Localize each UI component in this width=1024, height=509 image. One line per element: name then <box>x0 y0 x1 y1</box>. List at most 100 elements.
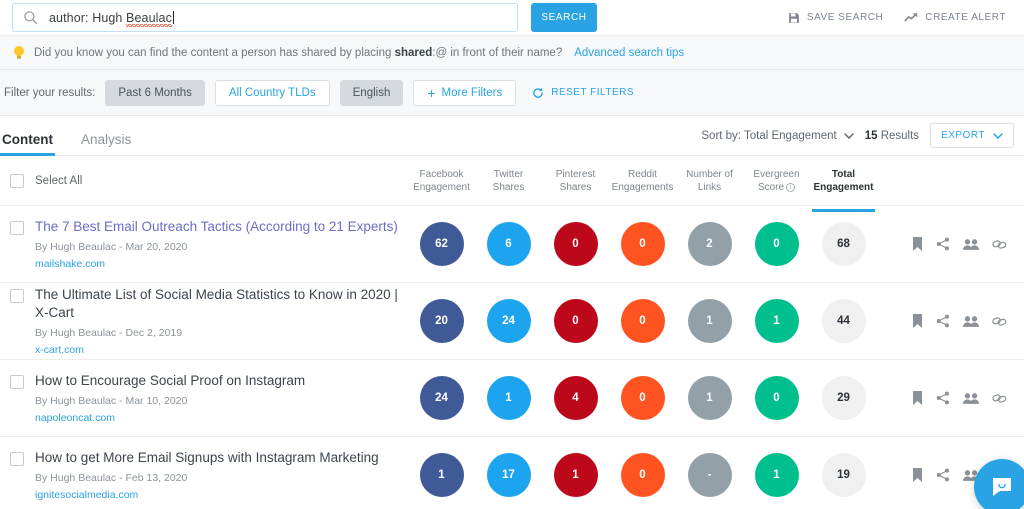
metric-evergreen: 1 <box>754 453 799 497</box>
bookmark-icon[interactable] <box>912 237 923 251</box>
column-header-total-engagement[interactable]: Total Engagement <box>810 168 877 212</box>
tab-analysis[interactable]: Analysis <box>81 132 131 155</box>
info-icon[interactable]: i <box>786 182 796 192</box>
column-header-links[interactable]: Number of Links <box>676 168 743 194</box>
metric-cell-total: 68 <box>810 222 877 266</box>
chevron-down-icon <box>843 132 854 139</box>
reset-filters-label: RESET FILTERS <box>551 87 635 98</box>
metric-reddit: 0 <box>620 299 665 343</box>
filter-chip-language[interactable]: English <box>339 79 404 106</box>
backlinks-icon[interactable] <box>992 392 1007 405</box>
column-header-pinterest[interactable]: Pinterest Shares <box>542 168 609 194</box>
metric-cell-evergreen: 0 <box>743 222 810 266</box>
table-header: Select All Facebook Engagement Twitter S… <box>0 156 1024 212</box>
bookmark-icon[interactable] <box>912 468 923 482</box>
metric-cell-twitter: 17 <box>475 453 542 497</box>
filter-chip-date[interactable]: Past 6 Months <box>105 79 205 106</box>
metric-pinterest: 4 <box>553 376 598 420</box>
row-checkbox[interactable] <box>10 289 24 303</box>
result-domain[interactable]: x-cart.com <box>35 344 400 356</box>
save-search-label: SAVE SEARCH <box>806 12 884 23</box>
influencers-icon[interactable] <box>963 392 979 405</box>
bookmark-icon[interactable] <box>912 391 923 405</box>
sort-by-dropdown[interactable]: Sort by: Total Engagement <box>701 130 854 142</box>
result-domain[interactable]: napoleoncat.com <box>35 412 305 424</box>
column-header-facebook[interactable]: Facebook Engagement <box>408 168 475 194</box>
metric-cell-links: 1 <box>676 299 743 343</box>
metric-cell-reddit: 0 <box>609 222 676 266</box>
row-text: The 7 Best Email Outreach Tactics (Accor… <box>35 218 398 270</box>
advanced-search-tips-link[interactable]: Advanced search tips <box>574 47 684 59</box>
metric-facebook: 24 <box>419 376 464 420</box>
select-all-checkbox[interactable] <box>10 173 24 188</box>
result-title[interactable]: The Ultimate List of Social Media Statis… <box>35 286 400 322</box>
create-alert-label: CREATE ALERT <box>925 12 1006 23</box>
search-button[interactable]: SEARCH <box>531 3 597 32</box>
influencers-icon[interactable] <box>963 315 979 328</box>
share-icon[interactable] <box>936 468 950 482</box>
metric-cell-evergreen: 1 <box>743 453 810 497</box>
table-row: The 7 Best Email Outreach Tactics (Accor… <box>0 206 1024 283</box>
column-header-twitter[interactable]: Twitter Shares <box>475 168 542 194</box>
row-content: The Ultimate List of Social Media Statis… <box>0 286 408 356</box>
select-all-label: Select All <box>35 174 83 187</box>
metric-links: 1 <box>687 376 732 420</box>
more-filters-label: More Filters <box>441 86 503 99</box>
filter-chip-date-label: Past 6 Months <box>118 86 192 99</box>
search-bar: author: Hugh Beaulac SEARCH SAVE SEARCH … <box>0 0 1024 35</box>
metric-facebook: 62 <box>419 222 464 266</box>
metric-links: 1 <box>687 299 732 343</box>
row-checkbox[interactable] <box>10 221 24 235</box>
backlinks-icon[interactable] <box>992 315 1007 328</box>
column-header-line2: Engagement <box>813 181 874 193</box>
results-list: The 7 Best Email Outreach Tactics (Accor… <box>0 206 1024 509</box>
metric-twitter: 17 <box>486 453 531 497</box>
select-all-container: Select All <box>0 173 408 188</box>
more-filters-button[interactable]: + More Filters <box>413 79 517 106</box>
metric-total-engagement: 44 <box>821 299 866 343</box>
row-checkbox[interactable] <box>10 452 24 466</box>
export-button[interactable]: EXPORT <box>930 123 1014 148</box>
chat-launcher-button[interactable] <box>974 459 1024 509</box>
tabs-bar: Content Analysis Sort by: Total Engageme… <box>0 116 1024 156</box>
search-input[interactable]: author: Hugh Beaulac <box>12 3 518 32</box>
metric-cell-links: - <box>676 453 743 497</box>
result-title[interactable]: How to get More Email Signups with Insta… <box>35 449 379 467</box>
column-header-line2: Shares <box>492 181 525 193</box>
share-icon[interactable] <box>936 237 950 251</box>
result-domain[interactable]: ignitesocialmedia.com <box>35 489 379 501</box>
result-title[interactable]: The 7 Best Email Outreach Tactics (Accor… <box>35 218 398 236</box>
bookmark-icon[interactable] <box>912 314 923 328</box>
row-checkbox[interactable] <box>10 375 24 389</box>
metric-reddit: 0 <box>620 453 665 497</box>
reset-filters-button[interactable]: RESET FILTERS <box>532 87 634 99</box>
table-row: How to Encourage Social Proof on Instagr… <box>0 360 1024 437</box>
row-actions <box>877 237 1024 251</box>
metric-total-engagement: 68 <box>821 222 866 266</box>
save-search-button[interactable]: SAVE SEARCH <box>788 12 883 24</box>
result-title[interactable]: How to Encourage Social Proof on Instagr… <box>35 372 305 390</box>
metric-cell-evergreen: 1 <box>743 299 810 343</box>
share-icon[interactable] <box>936 314 950 328</box>
metric-facebook: 1 <box>419 453 464 497</box>
row-text: How to Encourage Social Proof on Instagr… <box>35 372 305 424</box>
metric-cell-pinterest: 4 <box>542 376 609 420</box>
influencers-icon[interactable] <box>963 238 979 251</box>
create-alert-button[interactable]: CREATE ALERT <box>904 12 1006 24</box>
row-text: The Ultimate List of Social Media Statis… <box>35 286 400 356</box>
app-window: author: Hugh Beaulac SEARCH SAVE SEARCH … <box>0 0 1024 509</box>
column-header-evergreen[interactable]: Evergreen Score i <box>743 168 810 194</box>
row-content: The 7 Best Email Outreach Tactics (Accor… <box>0 218 408 270</box>
metric-cell-facebook: 62 <box>408 222 475 266</box>
column-header-reddit[interactable]: Reddit Engagements <box>609 168 676 194</box>
filter-chip-tld[interactable]: All Country TLDs <box>214 79 330 106</box>
chat-bubble-icon <box>993 478 1011 496</box>
share-icon[interactable] <box>936 391 950 405</box>
metric-evergreen: 0 <box>754 222 799 266</box>
result-domain[interactable]: mailshake.com <box>35 258 398 270</box>
tab-analysis-label: Analysis <box>81 132 132 147</box>
metric-cell-total: 29 <box>810 376 877 420</box>
backlinks-icon[interactable] <box>992 238 1007 251</box>
row-text: How to get More Email Signups with Insta… <box>35 449 379 501</box>
tab-content[interactable]: Content <box>0 132 55 156</box>
